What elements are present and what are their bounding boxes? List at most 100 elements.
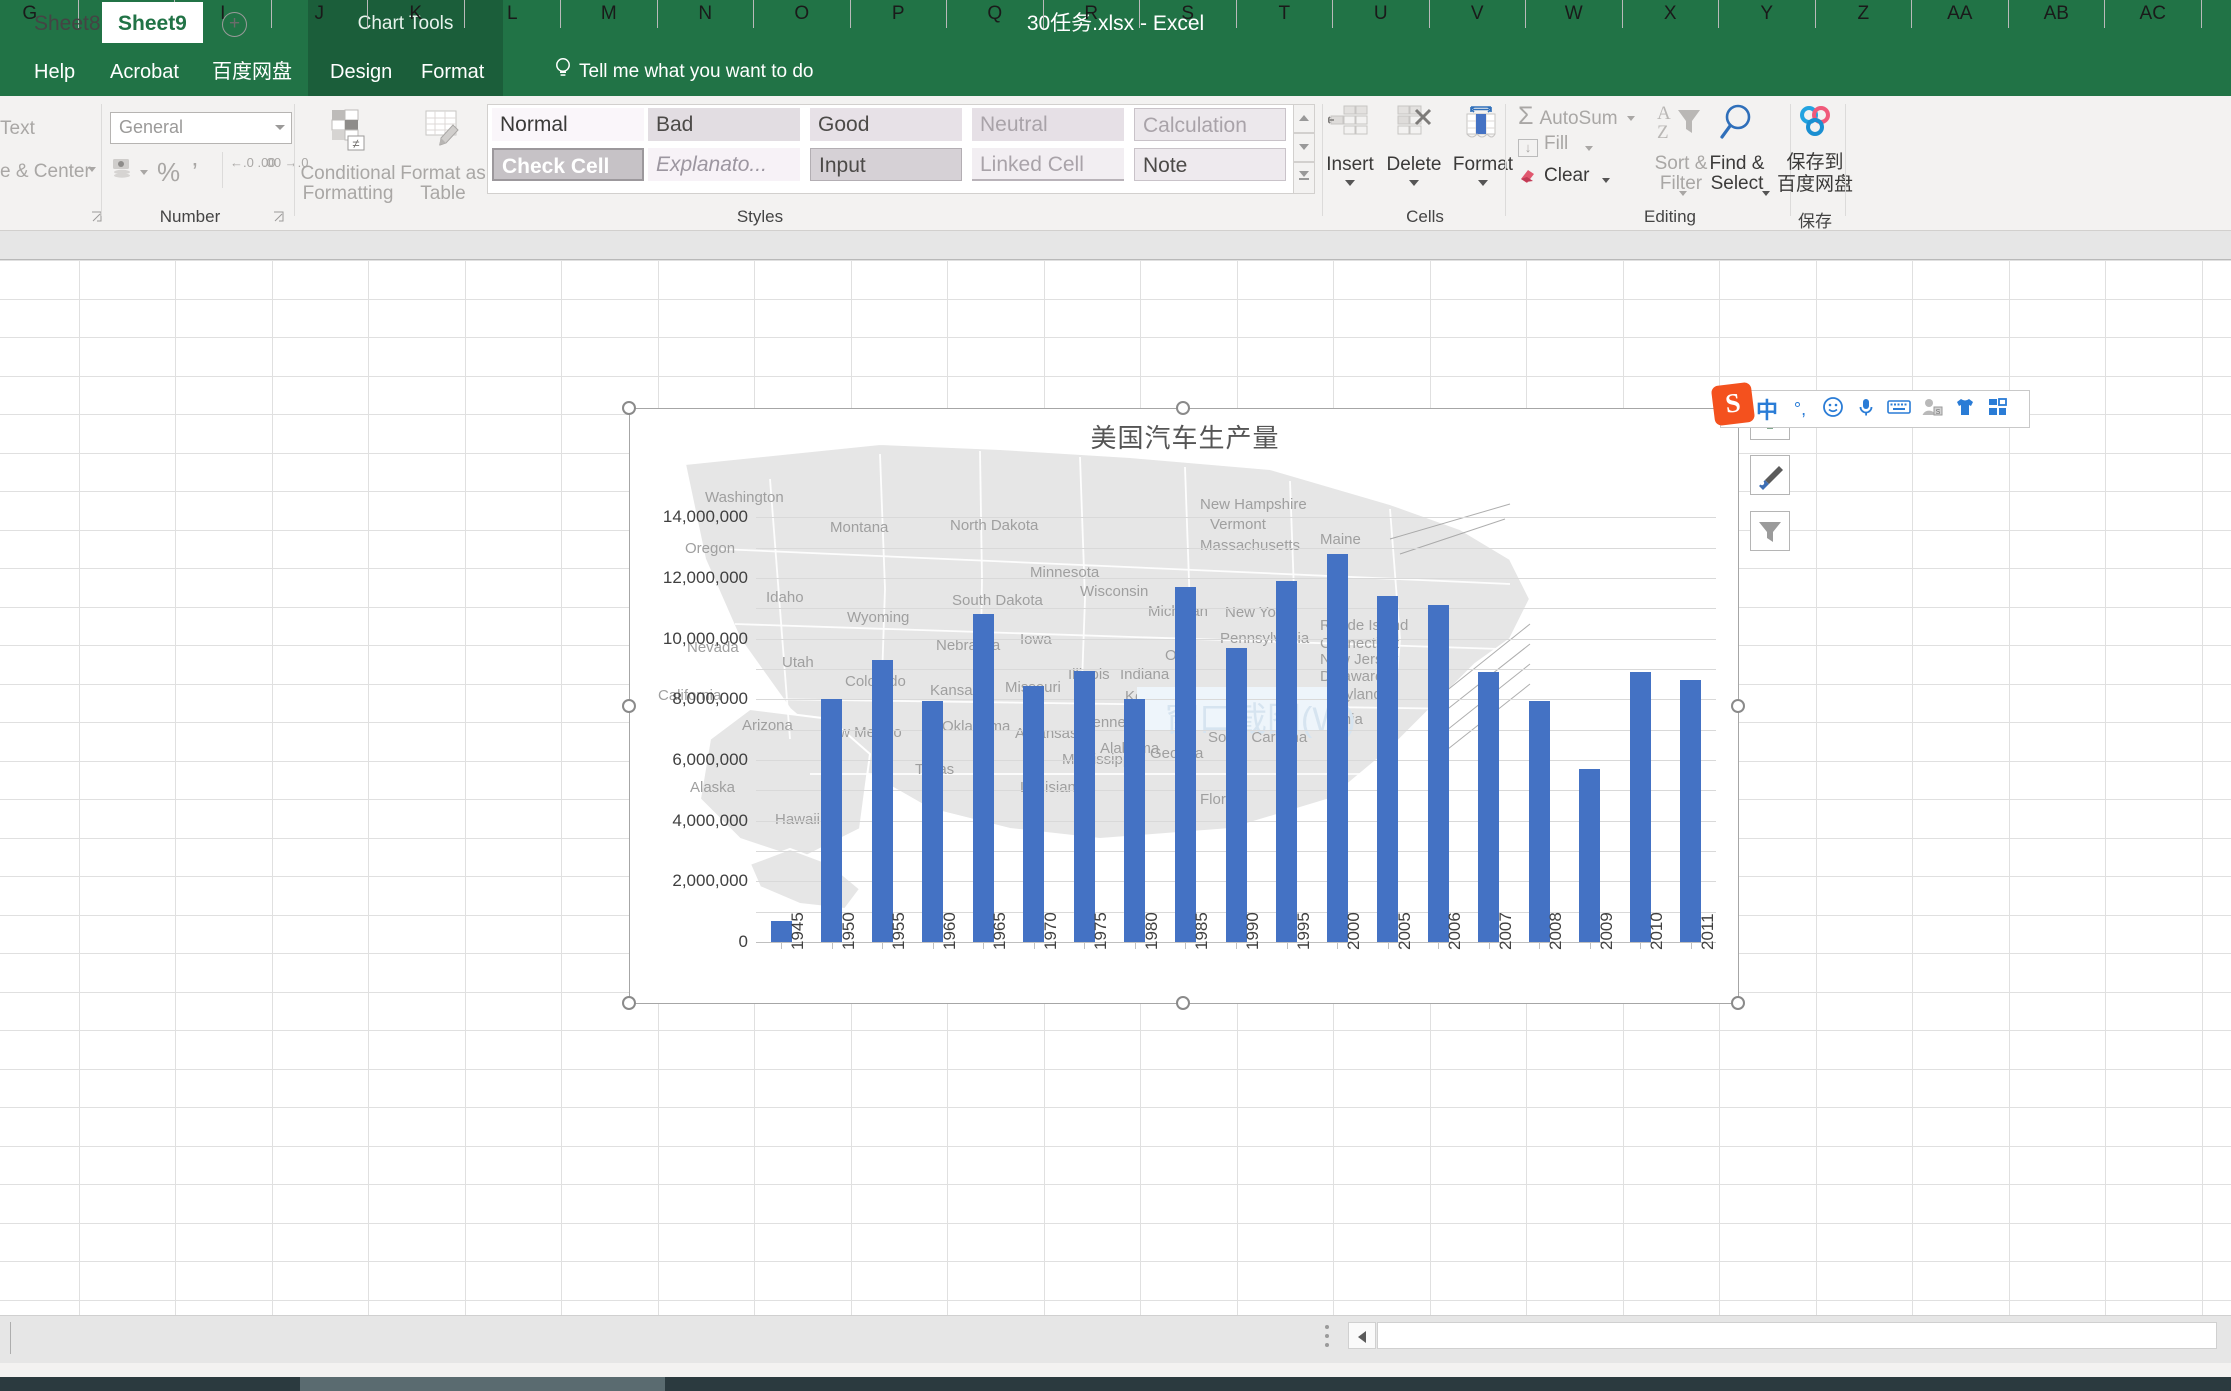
tab-acrobat[interactable]: Acrobat — [98, 48, 191, 96]
chart-bar-2006[interactable] — [1428, 605, 1449, 942]
format-cells-button[interactable]: Format — [1446, 104, 1520, 186]
chart-bar-2008[interactable] — [1529, 701, 1550, 942]
chart-bar-1995[interactable] — [1276, 581, 1297, 942]
conditional-formatting-button[interactable]: ≠ Conditional Formatting — [300, 106, 396, 204]
cell-styles-gallery[interactable]: Normal Bad Good Neutral Calculation Chec… — [487, 104, 1299, 194]
format-as-table-button[interactable]: Format as Table — [400, 106, 486, 204]
chart-handle-bottom-center[interactable] — [1176, 996, 1190, 1010]
column-header-W[interactable]: W — [1526, 0, 1623, 28]
ime-punctuation-icon[interactable]: °, — [1786, 399, 1814, 420]
style-check-cell[interactable]: Check Cell — [492, 148, 644, 181]
fill-button[interactable]: ↓Fill — [1518, 133, 1568, 157]
column-header-Z[interactable]: Z — [1816, 0, 1913, 28]
wrap-text-label[interactable]: Text — [0, 118, 35, 140]
column-header-U[interactable]: U — [1333, 0, 1430, 28]
style-bad[interactable]: Bad — [648, 108, 800, 141]
delete-cells-button[interactable]: Delete — [1380, 104, 1448, 186]
add-sheet-button[interactable]: + — [222, 12, 247, 37]
sort-filter-chevron-down-icon[interactable] — [1679, 191, 1687, 196]
ime-user-icon[interactable]: S — [1918, 397, 1946, 422]
column-header-V[interactable]: V — [1430, 0, 1527, 28]
column-header-R[interactable]: R — [1044, 0, 1141, 28]
column-header-A[interactable]: A — [2202, 0, 2231, 28]
chart-bar-2005[interactable] — [1377, 596, 1398, 942]
column-header-Q[interactable]: Q — [947, 0, 1044, 28]
sheet-tab-sheet9[interactable]: Sheet9 — [102, 2, 203, 46]
sogou-ime-logo[interactable]: S — [1711, 382, 1756, 427]
chart-bar-1960[interactable] — [922, 701, 943, 942]
column-header-P[interactable]: P — [851, 0, 948, 28]
accounting-format-chevron-down-icon[interactable] — [140, 170, 148, 175]
column-header-M[interactable]: M — [561, 0, 658, 28]
style-good[interactable]: Good — [810, 108, 962, 141]
ime-emoji-icon[interactable] — [1819, 396, 1847, 423]
chart-handle-bottom-right[interactable] — [1731, 996, 1745, 1010]
column-header-L[interactable]: L — [465, 0, 562, 28]
column-header-K[interactable]: K — [368, 0, 465, 28]
column-header-Y[interactable]: Y — [1719, 0, 1816, 28]
taskbar-active-window[interactable] — [300, 1377, 665, 1391]
delete-chevron-down-icon[interactable] — [1409, 180, 1419, 186]
chart-bar-1955[interactable] — [872, 660, 893, 942]
autosum-chevron-down-icon[interactable] — [1627, 116, 1635, 121]
sogou-ime-toolbar[interactable]: 中 °, S — [1720, 390, 2030, 428]
style-normal[interactable]: Normal — [492, 108, 644, 141]
autosum-button[interactable]: ΣAutoSum — [1518, 102, 1618, 131]
chart-bar-1980[interactable] — [1124, 699, 1145, 942]
column-header-X[interactable]: X — [1623, 0, 1720, 28]
column-header-T[interactable]: T — [1237, 0, 1334, 28]
column-header-AB[interactable]: AB — [2009, 0, 2106, 28]
styles-gallery-scroll-down[interactable] — [1293, 133, 1315, 162]
number-format-combobox[interactable]: General — [110, 112, 292, 144]
column-header-AA[interactable]: AA — [1912, 0, 2009, 28]
save-to-baidu-netdisk-button[interactable]: 保存到 百度网盘 — [1760, 102, 1870, 196]
tab-baidu-netdisk[interactable]: 百度网盘 — [200, 48, 304, 96]
styles-gallery-more[interactable] — [1293, 162, 1315, 194]
ime-microphone-icon[interactable] — [1852, 396, 1880, 423]
chart-bar-2011[interactable] — [1680, 680, 1701, 942]
tab-format[interactable]: Format — [409, 48, 496, 96]
style-calculation[interactable]: Calculation — [1134, 108, 1286, 141]
horizontal-scrollbar[interactable] — [1377, 1322, 2217, 1349]
merge-center-chevron-down-icon[interactable] — [88, 167, 96, 172]
chart-bar-1975[interactable] — [1074, 671, 1095, 942]
chart-handle-bottom-left[interactable] — [622, 996, 636, 1010]
tab-design[interactable]: Design — [318, 48, 404, 96]
chart-bar-1970[interactable] — [1023, 686, 1044, 942]
comma-style-button[interactable]: ’ — [192, 157, 198, 188]
format-chevron-down-icon[interactable] — [1478, 180, 1488, 186]
style-note[interactable]: Note — [1134, 148, 1286, 181]
horizontal-scroll-left-arrow[interactable] — [1348, 1322, 1376, 1349]
tell-me-box[interactable]: Tell me what you want to do — [555, 48, 813, 96]
chart-bar-1985[interactable] — [1175, 587, 1196, 942]
column-header-J[interactable]: J — [272, 0, 369, 28]
ime-skin-shirt-icon[interactable] — [1951, 397, 1979, 422]
clear-chevron-down-icon[interactable] — [1602, 178, 1610, 183]
clear-button[interactable]: Clear — [1518, 165, 1589, 190]
chart-bar-2007[interactable] — [1478, 672, 1499, 942]
chart-handle-top-center[interactable] — [1176, 401, 1190, 415]
chart-styles-button[interactable] — [1750, 455, 1790, 495]
number-format-chevron-down-icon[interactable] — [275, 125, 285, 130]
chart-bar-2010[interactable] — [1630, 672, 1651, 942]
chart-handle-middle-left[interactable] — [622, 699, 636, 713]
chart-object[interactable]: WashingtonMontanaNorth DakotaMinnesotaOr… — [629, 408, 1739, 1004]
merge-and-center-label[interactable]: e & Center — [0, 161, 91, 183]
accounting-number-format-icon[interactable] — [112, 158, 136, 185]
percent-style-button[interactable]: % — [157, 157, 180, 188]
split-handle-dots[interactable] — [1325, 1325, 1329, 1347]
style-linked-cell[interactable]: Linked Cell — [972, 148, 1124, 181]
style-neutral[interactable]: Neutral — [972, 108, 1124, 141]
chart-bar-1990[interactable] — [1226, 648, 1247, 942]
chart-handle-middle-right[interactable] — [1731, 699, 1745, 713]
insert-cells-button[interactable]: Insert — [1320, 104, 1380, 186]
chart-bar-1965[interactable] — [973, 614, 994, 942]
chart-handle-top-left[interactable] — [622, 401, 636, 415]
fill-chevron-down-icon[interactable] — [1585, 146, 1593, 151]
styles-gallery-scroll-up[interactable] — [1293, 104, 1315, 133]
insert-chevron-down-icon[interactable] — [1345, 180, 1355, 186]
style-input[interactable]: Input — [810, 148, 962, 181]
style-explanatory[interactable]: Explanato... — [648, 148, 800, 181]
ime-keyboard-icon[interactable] — [1885, 398, 1913, 421]
column-header-N[interactable]: N — [658, 0, 755, 28]
